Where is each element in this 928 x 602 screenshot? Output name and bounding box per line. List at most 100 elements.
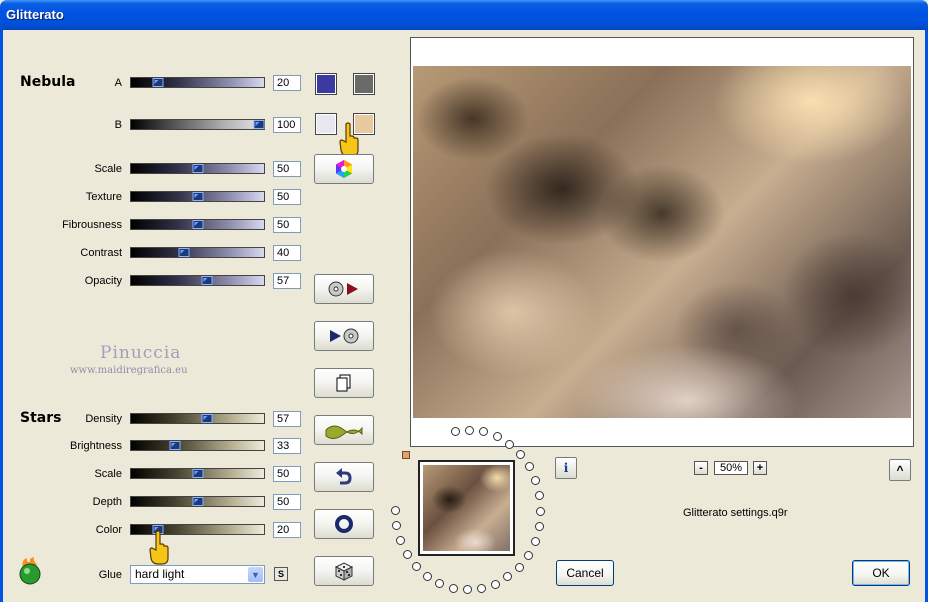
nebula-color-b-swatch[interactable] — [315, 113, 337, 135]
slider-thumb[interactable] — [192, 164, 203, 173]
glue-select[interactable]: hard light ▼ — [130, 565, 265, 584]
cancel-button[interactable]: Cancel — [556, 560, 614, 586]
copy-button[interactable] — [314, 368, 374, 398]
stars-depth-label: Depth — [92, 496, 122, 508]
slider-thumb[interactable] — [192, 192, 203, 201]
dice-icon — [334, 562, 354, 581]
stars-density-slider[interactable] — [130, 413, 265, 424]
navigator-dot[interactable] — [516, 449, 525, 459]
pointer-hand-icon — [149, 530, 169, 565]
navigator-dot[interactable] — [391, 521, 401, 531]
navigator-dot[interactable] — [390, 505, 400, 515]
nebula-scale-label: Scale — [94, 163, 122, 175]
navigator-dot[interactable] — [465, 425, 475, 435]
title-bar: Glitterato — [0, 0, 928, 30]
navigator-dot[interactable] — [524, 462, 534, 472]
navigator-dot[interactable] — [450, 426, 460, 436]
nebula-texture-slider[interactable] — [130, 191, 265, 202]
navigator-thumbnail-image — [423, 465, 510, 551]
ok-button[interactable]: OK — [852, 560, 910, 586]
nebula-contrast-slider[interactable] — [130, 247, 265, 258]
nebula-texture-label: Texture — [85, 191, 122, 203]
caret-up-icon: ^ — [896, 463, 904, 477]
navigator-dot[interactable] — [411, 561, 421, 571]
zoom-level: 50% — [714, 461, 748, 475]
slider-thumb[interactable] — [152, 78, 164, 87]
navigator-dot[interactable] — [523, 550, 533, 560]
nebula-fibrousness-label: Fibrousness — [62, 219, 122, 231]
navigator-dot[interactable] — [492, 432, 502, 442]
navigator-dot[interactable] — [396, 535, 405, 545]
navigator-dot[interactable] — [448, 583, 458, 593]
stars-color-value[interactable]: 20 — [273, 522, 301, 538]
nebula-b-value[interactable]: 100 — [273, 117, 301, 133]
load-preset-button[interactable] — [314, 274, 374, 304]
stars-depth-value[interactable]: 50 — [273, 494, 301, 510]
glue-select-value: hard light — [135, 567, 185, 581]
nebula-contrast-value[interactable]: 40 — [273, 245, 301, 261]
undo-button[interactable] — [314, 462, 374, 492]
ring-icon — [335, 515, 353, 533]
collapse-button[interactable]: ^ — [889, 459, 911, 481]
nebula-color-a-alt-swatch[interactable] — [353, 73, 375, 95]
reset-button[interactable] — [314, 509, 374, 539]
nebula-opacity-slider[interactable] — [130, 275, 265, 286]
navigator-dot[interactable] — [514, 562, 524, 572]
slider-thumb[interactable] — [192, 497, 203, 506]
copy-pages-icon — [336, 374, 351, 392]
color-wheel-button[interactable] — [314, 154, 374, 184]
slider-thumb[interactable] — [253, 120, 265, 129]
flaming-star-logo-icon — [19, 557, 41, 585]
stars-depth-slider[interactable] — [130, 496, 265, 507]
stars-scale-slider[interactable] — [130, 468, 265, 479]
nebula-scale-slider[interactable] — [130, 163, 265, 174]
navigator-dot[interactable] — [530, 537, 540, 546]
slider-thumb[interactable] — [178, 248, 190, 257]
navigator-thumbnail[interactable] — [418, 460, 515, 556]
stars-density-label: Density — [85, 413, 122, 425]
nebula-opacity-value[interactable]: 57 — [273, 273, 301, 289]
navigator-dot[interactable] — [402, 549, 412, 559]
watermark-url: www.maidiregrafica.eu — [70, 365, 188, 376]
info-button[interactable]: i — [555, 457, 577, 479]
stars-brightness-value[interactable]: 33 — [273, 438, 301, 454]
save-preset-button[interactable] — [314, 321, 374, 351]
randomize-button[interactable] — [314, 556, 374, 586]
info-icon: i — [563, 461, 569, 475]
nebula-texture-value[interactable]: 50 — [273, 189, 301, 205]
nebula-scale-value[interactable]: 50 — [273, 161, 301, 177]
window-title: Glitterato — [6, 7, 64, 22]
slider-thumb[interactable] — [192, 469, 203, 478]
nebula-fibrousness-value[interactable]: 50 — [273, 217, 301, 233]
nebula-a-slider[interactable] — [130, 77, 265, 88]
chevron-down-icon[interactable]: ▼ — [248, 567, 263, 582]
nebula-a-value[interactable]: 20 — [273, 75, 301, 91]
nebula-b-slider[interactable] — [130, 119, 265, 130]
navigator-dot[interactable] — [505, 439, 515, 449]
nebula-color-a-swatch[interactable] — [315, 73, 337, 95]
stars-brightness-label: Brightness — [70, 440, 122, 452]
stars-brightness-slider[interactable] — [130, 440, 265, 451]
navigator-dot[interactable] — [534, 522, 544, 532]
zoom-in-button[interactable]: + — [753, 461, 767, 475]
disc-save-icon — [330, 328, 359, 344]
slider-thumb[interactable] — [201, 276, 213, 285]
nebula-fibrousness-slider[interactable] — [130, 219, 265, 230]
stars-density-value[interactable]: 57 — [273, 411, 301, 427]
navigator-dot[interactable] — [422, 571, 432, 581]
stars-scale-value[interactable]: 50 — [273, 466, 301, 482]
pointer-hand-icon — [339, 122, 359, 157]
glue-s-button[interactable]: S — [274, 567, 288, 581]
zoom-out-button[interactable]: - — [694, 461, 708, 475]
navigator-anchor-marker[interactable] — [402, 451, 410, 459]
preview-canvas[interactable] — [410, 37, 914, 447]
color-wheel-icon — [336, 160, 352, 178]
wave-button[interactable] — [314, 415, 374, 445]
nebula-b-label: B — [114, 119, 122, 131]
stars-scale-label: Scale — [94, 468, 122, 480]
slider-thumb[interactable] — [201, 414, 213, 423]
wave-icon — [325, 425, 363, 440]
slider-thumb[interactable] — [192, 220, 203, 229]
slider-thumb[interactable] — [169, 441, 181, 450]
navigator-dot[interactable] — [490, 579, 500, 589]
